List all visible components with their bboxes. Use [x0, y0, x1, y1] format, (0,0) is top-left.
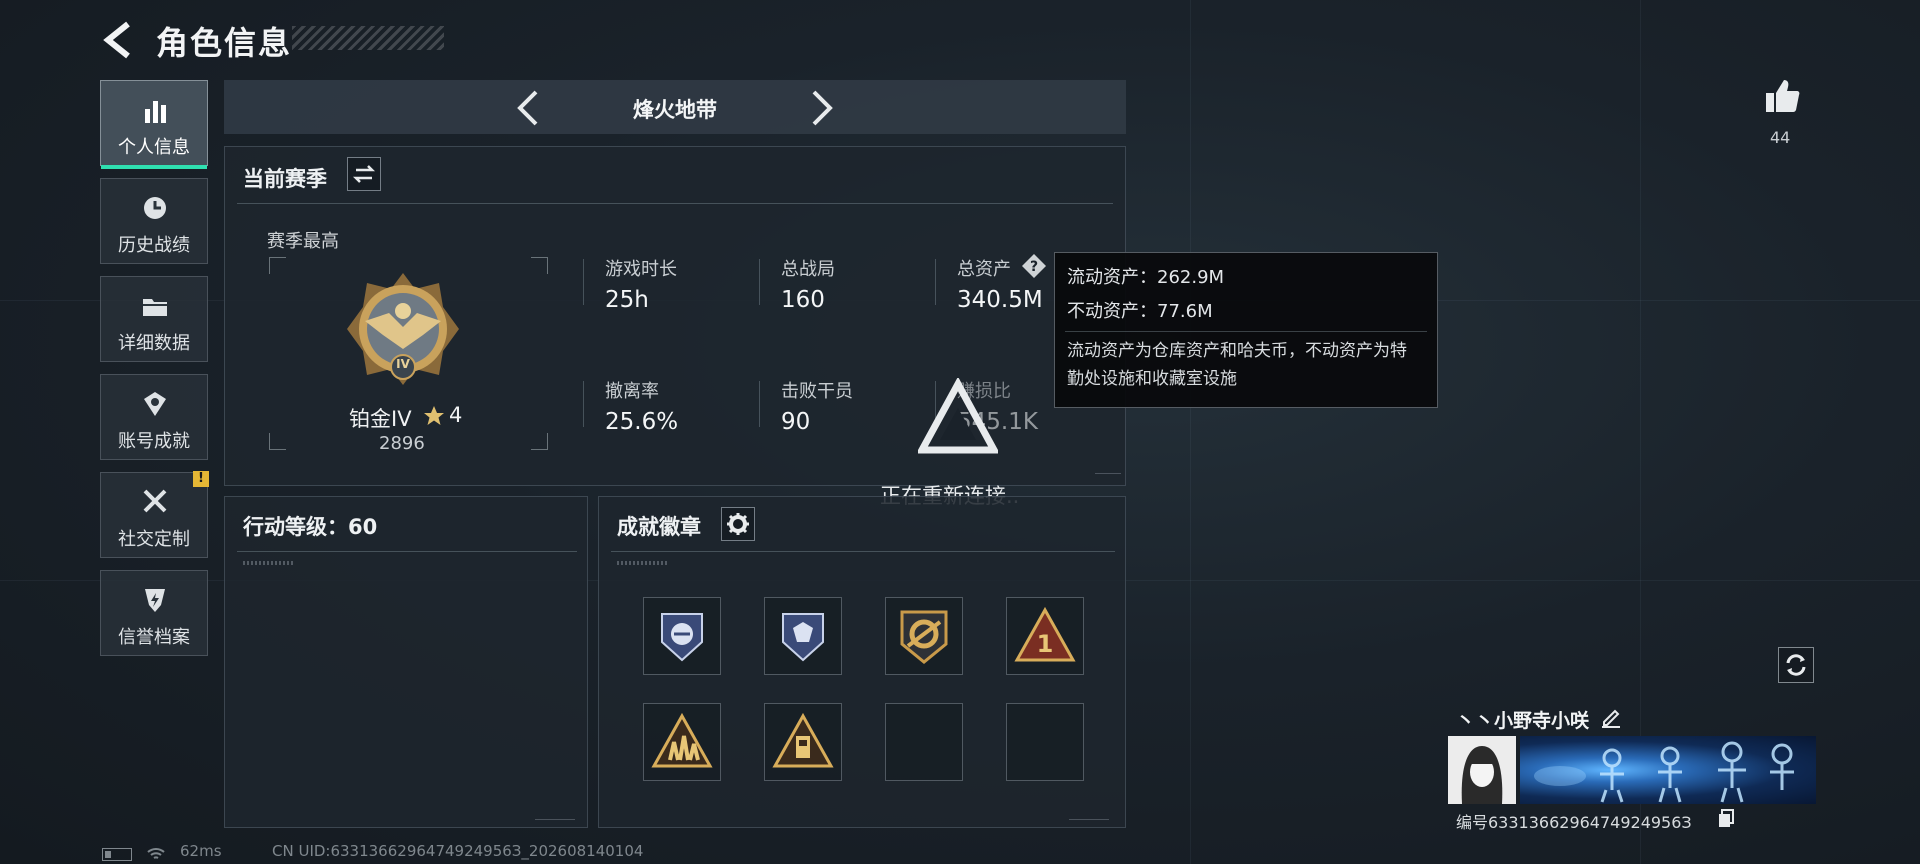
- shield-bolt-icon: [145, 589, 165, 612]
- skeleton-banner-image: [1534, 741, 1794, 803]
- sidebar-item-label: 社交定制: [118, 529, 190, 550]
- rank-score: 2896: [379, 433, 425, 454]
- stat-value-assets: 340.5M: [957, 287, 1043, 313]
- sidebar-item-label: 历史战绩: [118, 235, 190, 256]
- refresh-button[interactable]: [1778, 647, 1814, 683]
- sidebar-item-history[interactable]: 历史战绩: [100, 178, 208, 264]
- badge-slot[interactable]: [643, 703, 721, 781]
- season-title: 当前赛季: [243, 167, 327, 191]
- profile-banner: [1520, 736, 1816, 804]
- folder-icon: [143, 299, 167, 316]
- badge-slot-empty[interactable]: [1006, 703, 1084, 781]
- svg-text:1: 1: [1037, 630, 1054, 658]
- stat-label-kills: 击败干员: [781, 381, 853, 402]
- sidebar-item-label: 信誉档案: [118, 627, 190, 648]
- stat-value-kills: 90: [781, 409, 811, 435]
- panel-corner-mark: [535, 811, 575, 820]
- loading-triangle-icon: [918, 378, 998, 454]
- refresh-icon: [1786, 654, 1806, 676]
- badges-settings-button[interactable]: [721, 507, 755, 541]
- mode-name: 烽火地带: [633, 98, 717, 122]
- copy-icon: [1719, 809, 1734, 827]
- rank-name: 铂金IV: [349, 407, 412, 431]
- badge-slot[interactable]: 1: [1006, 597, 1084, 675]
- warning-badge: !: [193, 471, 209, 487]
- achievement-icon: [144, 392, 166, 416]
- question-icon: ?: [1022, 254, 1046, 278]
- thumbs-up-icon: [1766, 80, 1800, 112]
- gold-gear-badge-icon: [900, 610, 948, 664]
- avatar[interactable]: [1448, 736, 1516, 804]
- badge-slot[interactable]: [764, 597, 842, 675]
- panel-corner-mark: [1069, 811, 1109, 820]
- back-button[interactable]: [100, 20, 136, 60]
- title-decoration: [292, 26, 444, 50]
- stat-value-matches: 160: [781, 287, 825, 313]
- swap-arrows-icon: [352, 165, 376, 183]
- svg-text:?: ?: [1030, 259, 1038, 275]
- badge-slot[interactable]: [643, 597, 721, 675]
- sidebar-item-label: 详细数据: [118, 333, 190, 354]
- badges-title: 成就徽章: [617, 515, 701, 539]
- action-level-panel: 行动等级：60: [224, 496, 588, 828]
- sidebar-item-personal-info[interactable]: 个人信息: [100, 80, 208, 169]
- sidebar-item-achievements[interactable]: 账号成就: [100, 374, 208, 460]
- tooltip-fixed-assets: 不动资产：77.6M: [1067, 301, 1213, 322]
- badge-slot[interactable]: [764, 703, 842, 781]
- sidebar-item-reputation[interactable]: 信誉档案: [100, 570, 208, 656]
- edit-name-button[interactable]: [1600, 706, 1622, 728]
- assets-help-button[interactable]: ?: [1021, 253, 1047, 279]
- battery-icon: [102, 848, 132, 861]
- sidebar-item-social[interactable]: 社交定制 !: [100, 471, 209, 558]
- stat-value-playtime: 25h: [605, 287, 649, 313]
- season-best-label: 赛季最高: [267, 231, 339, 252]
- tooltip-description: 流动资产为仓库资产和哈夫币，不动资产为特勤处设施和收藏室设施: [1067, 341, 1407, 389]
- page-title: 角色信息: [156, 24, 293, 62]
- blue-shield-badge-icon: [661, 613, 703, 662]
- stat-label-playtime: 游戏时长: [605, 259, 677, 280]
- stat-label-matches: 总战局: [781, 259, 835, 280]
- sidebar-item-label: 账号成就: [118, 431, 190, 452]
- blue-shield-badge-icon: [782, 613, 824, 662]
- season-switch-button[interactable]: [347, 157, 381, 191]
- stat-value-extract-rate: 25.6%: [605, 409, 679, 435]
- avatar-image: [1448, 736, 1516, 804]
- wifi-icon: [147, 848, 165, 859]
- mode-selector: 烽火地带: [224, 80, 1126, 134]
- bar-chart-icon: [145, 101, 166, 123]
- gear-icon: [727, 513, 749, 535]
- rank-stars: 4: [449, 403, 463, 427]
- chevron-left-icon: [103, 21, 130, 59]
- badges-panel: 成就徽章 1: [598, 496, 1126, 828]
- ping-text: 62ms: [180, 842, 222, 860]
- sidebar-item-label: 个人信息: [118, 137, 190, 158]
- like-button[interactable]: [1762, 76, 1802, 116]
- pencil-icon: [1602, 709, 1620, 728]
- active-indicator: [101, 165, 207, 169]
- triangle-team-badge-icon: [651, 712, 713, 768]
- sidebar-item-details[interactable]: 详细数据: [100, 276, 208, 362]
- rank-emblem-numeral: IV: [396, 357, 410, 371]
- tooltip-liquid-assets: 流动资产：262.9M: [1067, 267, 1225, 288]
- uid-text: CN UID:6331366296474924956З_202608140104: [272, 842, 644, 860]
- triangle-tower-badge-icon: [772, 712, 834, 768]
- triangle-rank-one-badge-icon: 1: [1014, 606, 1076, 662]
- assets-tooltip: 流动资产：262.9M 不动资产：77.6M 流动资产为仓库资产和哈夫币，不动资…: [1054, 252, 1438, 408]
- stat-label-extract-rate: 撤离率: [605, 381, 659, 402]
- player-id: 编号6331366296474924956З: [1456, 813, 1692, 832]
- badge-slot[interactable]: [885, 597, 963, 675]
- copy-id-button[interactable]: [1716, 808, 1736, 828]
- player-name: 丶丶小野寺小咲: [1456, 710, 1590, 732]
- like-count: 44: [1770, 128, 1791, 147]
- clock-history-icon: [144, 197, 166, 219]
- action-level-title: 行动等级：60: [243, 515, 378, 539]
- star-icon: [424, 406, 444, 425]
- badge-slot-empty[interactable]: [885, 703, 963, 781]
- panel-corner-mark: [1095, 473, 1121, 480]
- next-mode-chevron-right-icon[interactable]: [808, 88, 836, 128]
- tools-icon: [143, 489, 167, 513]
- stat-label-assets: 总资产: [957, 259, 1011, 280]
- rank-emblem-icon: [347, 273, 459, 385]
